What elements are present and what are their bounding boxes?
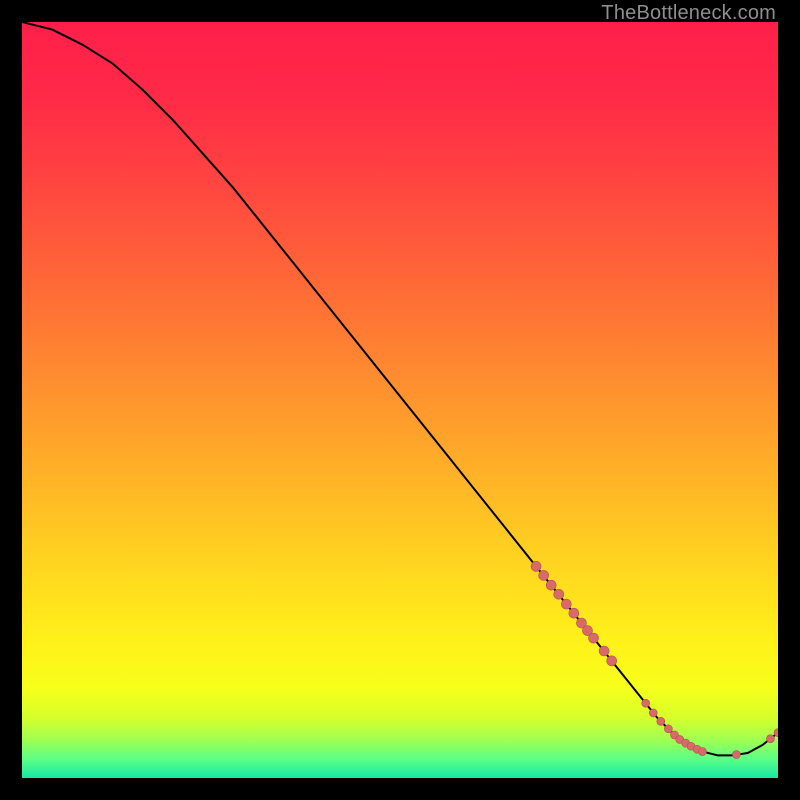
chart-svg	[22, 22, 778, 778]
chart-plot-area	[22, 22, 778, 778]
chart-marker	[589, 633, 599, 643]
chart-marker	[546, 580, 556, 590]
chart-marker	[539, 570, 549, 580]
chart-marker	[657, 717, 665, 725]
chart-stage: TheBottleneck.com	[0, 0, 800, 800]
chart-marker	[649, 709, 657, 717]
chart-marker	[607, 656, 617, 666]
chart-marker	[561, 599, 571, 609]
chart-marker	[599, 646, 609, 656]
chart-marker	[569, 608, 579, 618]
chart-marker	[698, 748, 706, 756]
chart-background-gradient	[22, 22, 778, 778]
chart-marker	[664, 725, 672, 733]
chart-marker	[642, 699, 650, 707]
chart-marker	[531, 561, 541, 571]
chart-marker	[554, 589, 564, 599]
chart-marker	[732, 751, 740, 759]
chart-marker	[766, 735, 774, 743]
